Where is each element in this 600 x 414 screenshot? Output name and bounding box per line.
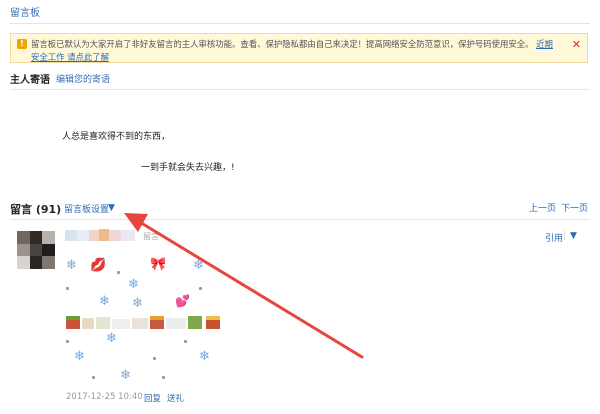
host-message-line: 人总是喜欢得不到的东西，	[62, 132, 171, 142]
separator: |	[563, 231, 567, 241]
dot-icon	[162, 376, 165, 379]
divider	[10, 23, 590, 24]
dot-icon	[199, 287, 202, 290]
snowflake-icon: ❄	[66, 258, 77, 273]
chevron-down-icon[interactable]: ▼	[570, 231, 577, 241]
snowflake-icon: ❄	[120, 368, 131, 383]
quote-button[interactable]: 引用	[545, 231, 563, 244]
message-board-settings-link[interactable]: 留言板设置	[64, 202, 109, 215]
dot-icon	[66, 340, 69, 343]
dot-icon	[92, 376, 95, 379]
notice-banner: ! 留言板已默认为大家开启了非好友留言的主人审核功能。查看、保护隐私都由自己来决…	[10, 33, 588, 63]
dot-icon	[117, 271, 120, 274]
snowflake-icon: ❄	[99, 294, 110, 309]
edit-host-message-link[interactable]: 编辑您的寄语	[56, 72, 110, 85]
message-timestamp: 2017-12-25 10:40	[66, 392, 143, 402]
dot-icon	[153, 357, 156, 360]
divider	[10, 89, 590, 90]
reply-link[interactable]: 回复	[144, 392, 161, 404]
dot-icon	[66, 287, 69, 290]
username-suffix: 留言	[143, 232, 159, 241]
snowflake-icon: ❄	[132, 296, 143, 311]
snowflake-icon: ❄	[128, 277, 139, 292]
lips-icon: 💋	[90, 258, 107, 273]
notice-text: 留言板已默认为大家开启了非好友留言的主人审核功能。查看、保护隐私都由自己来决定！…	[31, 38, 561, 64]
divider	[10, 219, 590, 220]
send-gift-link[interactable]: 送礼	[167, 392, 184, 404]
dot-icon	[184, 340, 187, 343]
notice-message: 留言板已默认为大家开启了非好友留言的主人审核功能。查看、保护隐私都由自己来决定！…	[31, 39, 534, 49]
hearts-icon: 💕	[175, 294, 190, 308]
close-icon[interactable]: ✕	[572, 38, 581, 51]
next-page-link[interactable]: 下一页	[561, 201, 588, 214]
page-title[interactable]: 留言板	[10, 4, 40, 19]
gift-row-emojis	[66, 316, 220, 329]
snowflake-icon: ❄	[74, 349, 85, 364]
bow-icon: 🎀	[150, 257, 167, 272]
avatar[interactable]	[17, 231, 55, 269]
snowflake-icon: ❄	[193, 258, 204, 273]
snowflake-icon: ❄	[106, 331, 117, 346]
prev-page-link[interactable]: 上一页	[529, 201, 556, 214]
host-message-line: 一到手就会失去兴趣，!	[141, 163, 235, 173]
snowflake-icon: ❄	[199, 349, 210, 364]
warning-icon: !	[17, 39, 27, 49]
username-blurred[interactable]	[65, 229, 135, 242]
host-message-title: 主人寄语	[10, 75, 50, 86]
chevron-down-icon[interactable]: ▼	[108, 203, 115, 213]
messages-count-title: 留言 (91)	[10, 203, 62, 216]
